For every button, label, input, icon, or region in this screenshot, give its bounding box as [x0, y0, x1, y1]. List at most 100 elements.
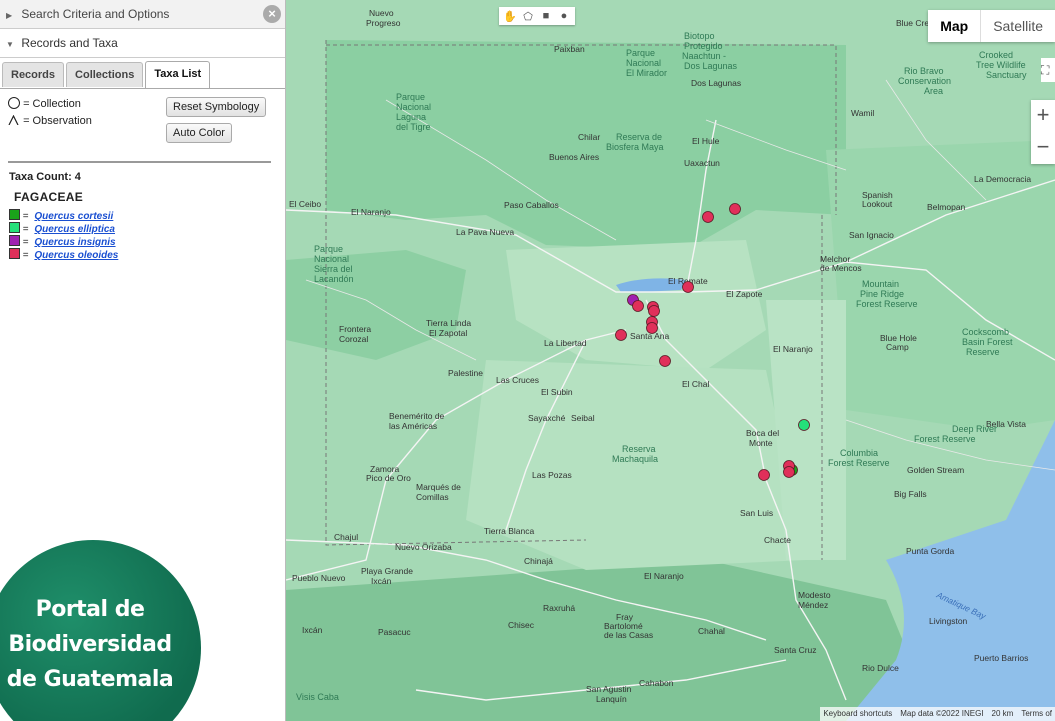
reset-symbology-button[interactable]: Reset Symbology: [166, 97, 267, 117]
svg-text:Cahabon: Cahabon: [639, 678, 674, 688]
svg-text:El Mirador: El Mirador: [626, 68, 667, 78]
triangle-icon: [8, 115, 19, 125]
svg-text:La Democracia: La Democracia: [974, 174, 1031, 184]
svg-text:Protegido: Protegido: [684, 41, 723, 51]
svg-text:La Libertad: La Libertad: [544, 338, 587, 348]
color-swatch[interactable]: [9, 209, 20, 220]
map-button[interactable]: Map: [928, 10, 980, 42]
svg-text:Ixcán: Ixcán: [371, 576, 392, 586]
svg-text:Lacandón: Lacandón: [314, 274, 354, 284]
svg-text:El Zapote: El Zapote: [726, 289, 763, 299]
logo-line: Biodiversidad: [8, 632, 172, 657]
hand-icon[interactable]: ✋: [503, 10, 517, 23]
close-icon[interactable]: ×: [263, 5, 281, 23]
zoom-control: + −: [1031, 100, 1055, 164]
svg-text:Basin Forest: Basin Forest: [962, 337, 1013, 347]
color-swatch[interactable]: [9, 248, 20, 259]
logo-line: de Guatemala: [6, 667, 174, 692]
taxon-link[interactable]: Quercus oleoides: [34, 250, 118, 261]
svg-text:El Hule: El Hule: [692, 136, 720, 146]
svg-text:Dos Lagunas: Dos Lagunas: [684, 61, 738, 71]
color-swatch[interactable]: [9, 235, 20, 246]
svg-text:Camp: Camp: [886, 342, 909, 352]
terms-link[interactable]: Terms of: [1021, 707, 1052, 721]
tab-records[interactable]: Records: [2, 62, 65, 87]
svg-text:San Ignacio: San Ignacio: [849, 230, 894, 240]
portal-logo: Portal de Biodiversidad de Guatemala: [0, 540, 201, 721]
svg-text:Tierra Blanca: Tierra Blanca: [484, 526, 535, 536]
svg-text:Chilar: Chilar: [578, 132, 600, 142]
zoom-in-button[interactable]: +: [1031, 100, 1055, 132]
symbology-legend: = Collection = Observation Reset Symbolo…: [8, 97, 285, 151]
divider: [8, 161, 271, 163]
svg-text:Santa Cruz: Santa Cruz: [774, 645, 817, 655]
list-item: = Quercus insignis: [9, 235, 285, 248]
svg-text:San Luis: San Luis: [740, 508, 773, 518]
tab-taxa-list[interactable]: Taxa List: [145, 61, 211, 88]
search-criteria-header[interactable]: ▶ Search Criteria and Options ×: [0, 0, 285, 29]
svg-text:Naachtun -: Naachtun -: [682, 51, 726, 61]
svg-text:Chajul: Chajul: [334, 532, 358, 542]
svg-text:Las Cruces: Las Cruces: [496, 375, 539, 385]
zoom-out-button[interactable]: −: [1031, 132, 1055, 164]
svg-text:Tree Wildlife: Tree Wildlife: [976, 60, 1026, 70]
svg-text:Reserva: Reserva: [622, 444, 656, 454]
expanded-arrow-icon: ▼: [6, 40, 14, 49]
svg-text:Mountain: Mountain: [862, 279, 899, 289]
svg-text:Seibal: Seibal: [571, 413, 595, 423]
map-canvas[interactable]: NuevoProgreso Numero 2Blue Creek Paixban…: [286, 0, 1055, 721]
svg-text:Parque: Parque: [626, 48, 655, 58]
svg-text:Tierra Linda: Tierra Linda: [426, 318, 471, 328]
circle-icon[interactable]: ●: [557, 10, 571, 22]
circle-icon: [8, 97, 20, 109]
svg-text:Marqués de: Marqués de: [416, 482, 461, 492]
fullscreen-icon[interactable]: ⛶: [1041, 58, 1055, 82]
satellite-button[interactable]: Satellite: [980, 10, 1055, 42]
taxon-link[interactable]: Quercus insignis: [34, 237, 115, 248]
auto-color-button[interactable]: Auto Color: [166, 123, 232, 143]
svg-text:Livingston: Livingston: [929, 616, 968, 626]
taxa-count: Taxa Count: 4: [9, 171, 81, 183]
scale-label: 20 km: [991, 709, 1014, 718]
svg-text:Columbia: Columbia: [840, 448, 878, 458]
svg-text:Uaxactun: Uaxactun: [684, 158, 720, 168]
keyboard-shortcuts-link[interactable]: Keyboard shortcuts: [823, 707, 892, 721]
svg-text:Paixban: Paixban: [554, 44, 585, 54]
records-taxa-label: Records and Taxa: [21, 36, 118, 50]
svg-text:Parque: Parque: [314, 244, 343, 254]
svg-text:Méndez: Méndez: [798, 600, 828, 610]
svg-text:El Subin: El Subin: [541, 387, 573, 397]
records-taxa-header[interactable]: ▼ Records and Taxa: [0, 29, 285, 58]
svg-text:Nacional: Nacional: [314, 254, 349, 264]
svg-text:Rio Dulce: Rio Dulce: [862, 663, 899, 673]
svg-text:Sayaxché: Sayaxché: [528, 413, 566, 423]
taxon-link[interactable]: Quercus elliptica: [34, 224, 115, 235]
map-attribution: Keyboard shortcuts Map data ©2022 INEGI …: [820, 707, 1055, 721]
logo-line: Portal de: [35, 597, 145, 622]
svg-text:Visis Caba: Visis Caba: [296, 692, 339, 702]
taxon-link[interactable]: Quercus cortesii: [34, 211, 113, 222]
tab-collections[interactable]: Collections: [66, 62, 144, 87]
svg-text:las Américas: las Américas: [389, 421, 437, 431]
svg-text:Sierra del: Sierra del: [314, 264, 353, 274]
list-item: = Quercus elliptica: [9, 222, 285, 235]
svg-text:Reserva de: Reserva de: [616, 132, 662, 142]
svg-text:Progreso: Progreso: [366, 18, 401, 28]
svg-text:Pasacuc: Pasacuc: [378, 627, 411, 637]
svg-text:Sanctuary: Sanctuary: [986, 70, 1027, 80]
svg-text:Parque: Parque: [396, 92, 425, 102]
svg-text:Chacte: Chacte: [764, 535, 791, 545]
rectangle-icon[interactable]: ■: [539, 10, 553, 22]
map-background: NuevoProgreso Numero 2Blue Creek Paixban…: [286, 0, 1055, 721]
svg-text:Pico de Oro: Pico de Oro: [366, 473, 411, 483]
polygon-icon[interactable]: ⬠: [521, 10, 535, 23]
svg-text:Cockscomb: Cockscomb: [962, 327, 1009, 337]
map-type-control: Map Satellite: [928, 10, 1055, 42]
svg-text:Belmopan: Belmopan: [927, 202, 966, 212]
svg-text:Raxruhá: Raxruhá: [543, 603, 575, 613]
taxa-list: = Quercus cortesii = Quercus elliptica =…: [9, 209, 285, 261]
svg-text:Paso Caballos: Paso Caballos: [504, 200, 559, 210]
svg-text:Nuevo: Nuevo: [369, 8, 394, 18]
list-item: = Quercus oleoides: [9, 248, 285, 261]
color-swatch[interactable]: [9, 222, 20, 233]
